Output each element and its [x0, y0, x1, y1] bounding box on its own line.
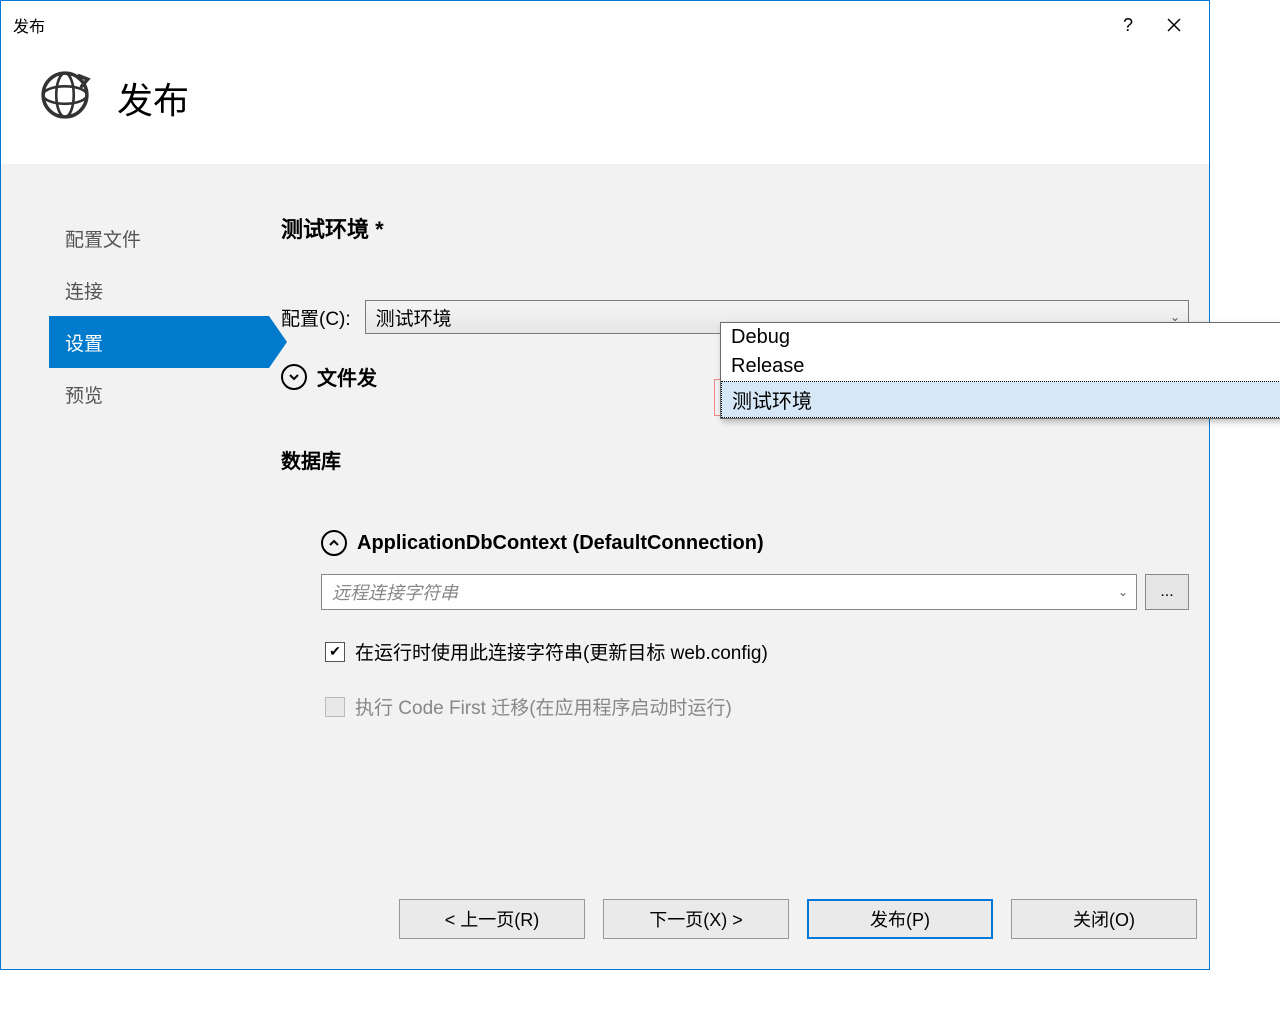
publish-dialog: 发布 ? 发布 配置文件 连接 设置 预览 测试环境 * 配置( — [0, 0, 1210, 970]
sidebar-item-connection[interactable]: 连接 — [49, 264, 269, 316]
chevron-down-icon: ⌄ — [1118, 585, 1128, 599]
codefirst-check-row: 执行 Code First 迁移(在应用程序启动时运行) — [325, 693, 1197, 720]
codefirst-checkbox — [325, 697, 345, 717]
next-button[interactable]: 下一页(X) > — [603, 899, 789, 939]
browse-connection-button[interactable]: ... — [1145, 574, 1189, 610]
dbcontext-label: ApplicationDbContext (DefaultConnection) — [357, 532, 764, 555]
body: 配置文件 连接 设置 预览 测试环境 * 配置(C): 测试环境 ⌄ 文件发 — [1, 164, 1209, 881]
config-value: 测试环境 — [376, 304, 452, 331]
sidebar-item-profiles[interactable]: 配置文件 — [49, 212, 269, 264]
titlebar: 发布 ? — [1, 1, 1209, 49]
publish-button[interactable]: 发布(P) — [807, 899, 993, 939]
window-title: 发布 — [13, 13, 45, 37]
prev-button[interactable]: < 上一页(R) — [399, 899, 585, 939]
file-publish-label: 文件发 — [317, 362, 377, 391]
use-conn-label: 在运行时使用此连接字符串(更新目标 web.config) — [355, 638, 768, 665]
main-pane: 测试环境 * 配置(C): 测试环境 ⌄ 文件发 Debug Release 测… — [281, 212, 1209, 881]
db-group: ApplicationDbContext (DefaultConnection)… — [281, 530, 1197, 720]
config-label: 配置(C): — [281, 304, 351, 331]
use-conn-check-row: ✔ 在运行时使用此连接字符串(更新目标 web.config) — [325, 638, 1197, 665]
help-button[interactable]: ? — [1105, 9, 1151, 41]
profile-title: 测试环境 * — [281, 212, 1197, 244]
sidebar-item-settings[interactable]: 设置 — [49, 316, 269, 368]
sidebar-item-preview[interactable]: 预览 — [49, 368, 269, 420]
connection-placeholder: 远程连接字符串 — [332, 579, 458, 605]
publish-globe-icon — [37, 67, 93, 128]
header: 发布 — [1, 49, 1209, 164]
close-window-button[interactable] — [1151, 9, 1197, 41]
footer: < 上一页(R) 下一页(X) > 发布(P) 关闭(O) — [1, 881, 1209, 969]
sidebar: 配置文件 连接 设置 预览 — [1, 212, 281, 881]
header-title: 发布 — [117, 72, 189, 124]
collapse-dbcontext-button[interactable] — [321, 530, 347, 556]
connection-row: 远程连接字符串 ⌄ ... — [321, 574, 1197, 610]
dbcontext-row: ApplicationDbContext (DefaultConnection) — [321, 530, 1197, 556]
codefirst-label: 执行 Code First 迁移(在应用程序启动时运行) — [355, 693, 732, 720]
connection-string-input[interactable]: 远程连接字符串 ⌄ — [321, 574, 1137, 610]
database-section-title: 数据库 — [281, 445, 1197, 474]
dropdown-item-release[interactable]: Release — [721, 352, 1280, 381]
close-button[interactable]: 关闭(O) — [1011, 899, 1197, 939]
dropdown-item-debug[interactable]: Debug — [721, 323, 1280, 352]
config-dropdown: Debug Release 测试环境 — [720, 322, 1280, 419]
dropdown-item-test-env[interactable]: 测试环境 — [721, 381, 1280, 418]
use-conn-checkbox[interactable]: ✔ — [325, 642, 345, 662]
expand-file-publish-button[interactable] — [281, 364, 307, 390]
